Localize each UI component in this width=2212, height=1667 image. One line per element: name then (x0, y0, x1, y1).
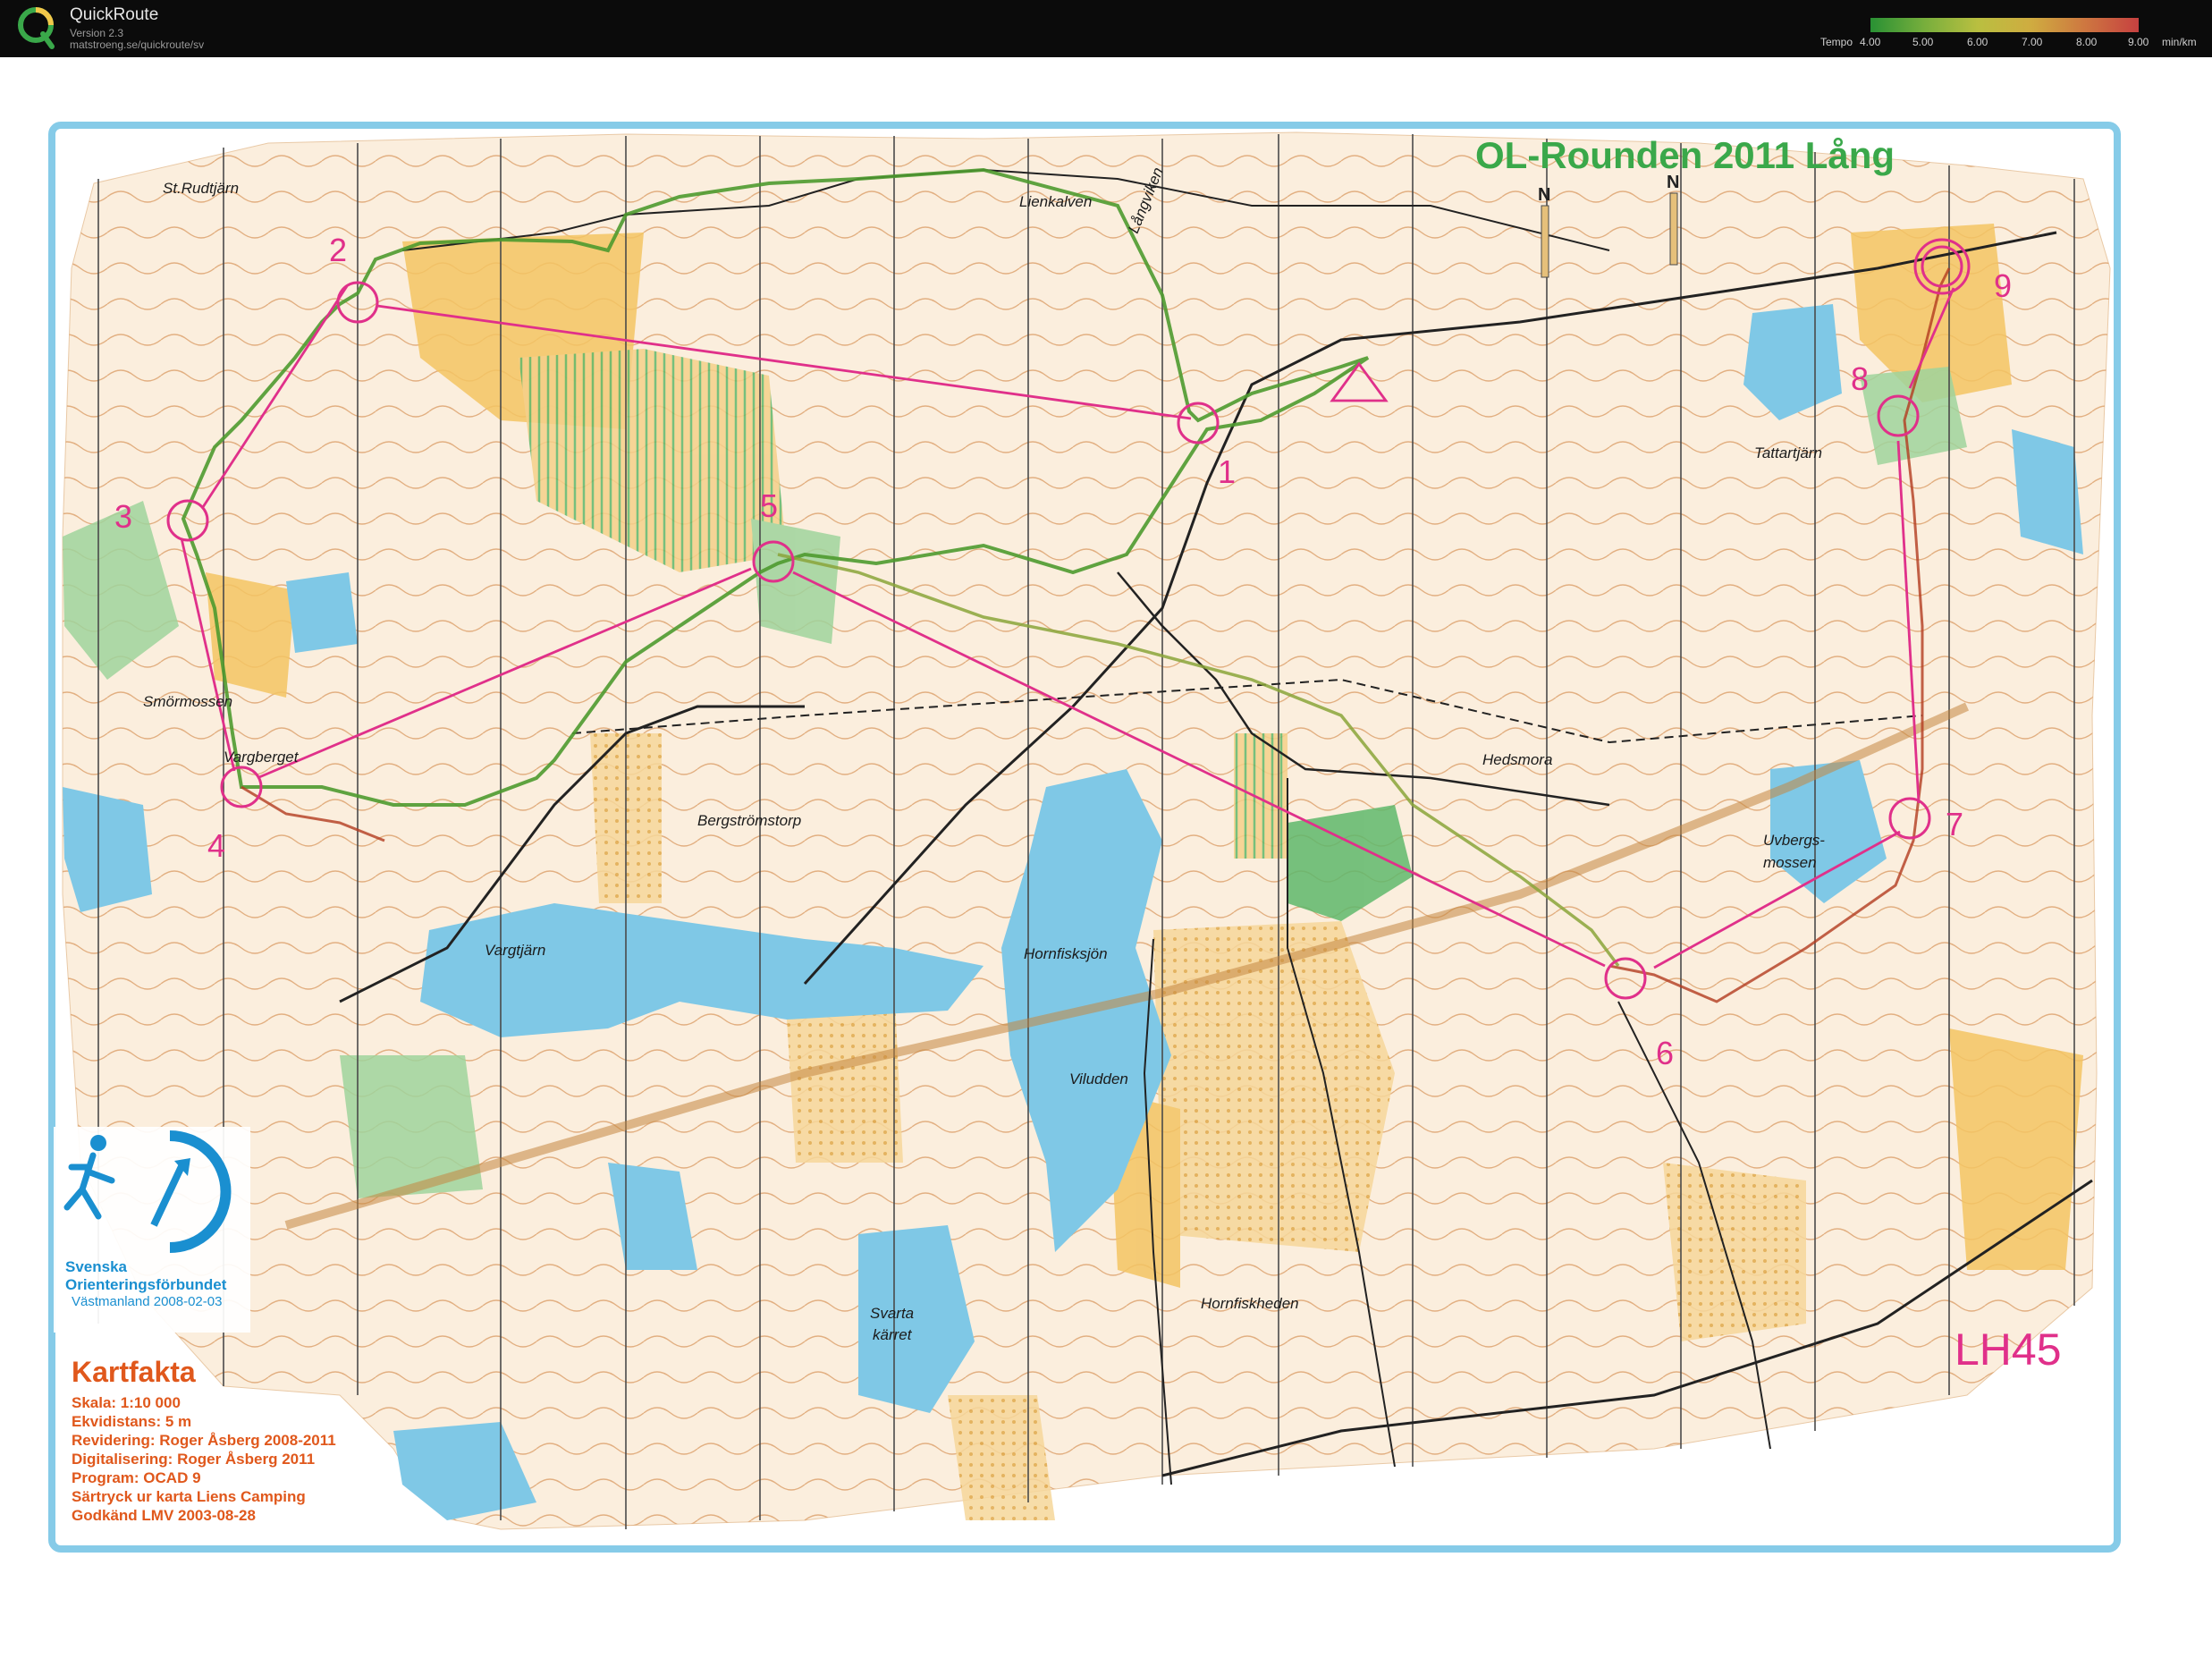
north-label: N (1538, 185, 1550, 205)
federation-name-line1: Svenska (65, 1258, 128, 1275)
place-name: Hornfiskheden (1201, 1295, 1299, 1312)
control-number-2: 2 (329, 232, 347, 268)
place-name: Smörmossen (143, 693, 232, 710)
place-name: Hornfisksjön (1024, 945, 1108, 962)
tempo-unit: min/km (2162, 36, 2197, 48)
app-name: QuickRoute (70, 5, 159, 24)
map-facts-line: Digitalisering: Roger Åsberg 2011 (72, 1451, 315, 1468)
place-name: Vargberget (224, 749, 300, 766)
control-number-5: 5 (760, 487, 778, 524)
control-number-1: 1 (1218, 453, 1236, 490)
place-name: St.Rudtjärn (163, 180, 239, 197)
control-number-6: 6 (1656, 1035, 1674, 1071)
tempo-tick: 5.00 (1912, 36, 1934, 48)
place-name: mossen (1763, 854, 1817, 871)
map-facts-line: Program: OCAD 9 (72, 1469, 201, 1486)
place-name: Vargtjärn (485, 942, 545, 959)
federation-name-line2: Orienteringsförbundet (65, 1276, 227, 1293)
map-facts-line: Särtryck ur karta Liens Camping (72, 1488, 306, 1505)
control-number-3: 3 (114, 498, 132, 535)
place-name: Lienkalven (1019, 193, 1092, 210)
federation-logo: Svenska Orienteringsförbundet Västmanlan… (54, 1127, 250, 1333)
control-number-7: 7 (1946, 806, 1963, 842)
map-facts-line: Ekvidistans: 5 m (72, 1413, 191, 1430)
place-name: Tattartjärn (1754, 444, 1822, 461)
tempo-tick: 7.00 (2022, 36, 2043, 48)
orienteering-map[interactable]: 1 2 3 4 5 6 7 8 9 St.Rudtjärn Lienkalven… (0, 57, 2212, 1663)
quickroute-logo-icon (18, 7, 55, 49)
federation-region: Västmanland 2008-02-03 (72, 1294, 222, 1309)
course-class: LH45 (1954, 1324, 2062, 1375)
app-titlebar: QuickRoute Version 2.3 matstroeng.se/qui… (0, 0, 2212, 57)
place-name: Svarta (870, 1305, 914, 1322)
tempo-tick: 9.00 (2128, 36, 2149, 48)
control-number-9: 9 (1994, 267, 2012, 304)
tempo-tick: 6.00 (1967, 36, 1988, 48)
place-name: Hedsmora (1482, 751, 1552, 768)
map-facts-line: Skala: 1:10 000 (72, 1394, 181, 1411)
control-number-4: 4 (207, 827, 225, 864)
app-url: matstroeng.se/quickroute/sv (70, 38, 205, 51)
map-view[interactable]: 1 2 3 4 5 6 7 8 9 St.Rudtjärn Lienkalven… (0, 57, 2212, 1663)
place-name: Viludden (1069, 1070, 1128, 1087)
tempo-tick: 8.00 (2076, 36, 2098, 48)
tempo-label: Tempo (1820, 36, 1853, 48)
app-version: Version 2.3 (70, 27, 124, 39)
map-facts-line: Revidering: Roger Åsberg 2008-2011 (72, 1432, 336, 1449)
place-name: kärret (873, 1326, 913, 1343)
control-number-8: 8 (1851, 360, 1869, 397)
map-facts-heading: Kartfakta (72, 1356, 196, 1388)
map-facts-line: Godkänd LMV 2003-08-28 (72, 1507, 256, 1524)
place-name: Uvbergs- (1763, 832, 1825, 849)
tempo-tick: 4.00 (1860, 36, 1881, 48)
place-name: Bergströmstorp (697, 812, 801, 829)
map-title: OL-Rounden 2011 Lång (1475, 134, 1895, 176)
tempo-gradient-bar (1870, 18, 2139, 32)
